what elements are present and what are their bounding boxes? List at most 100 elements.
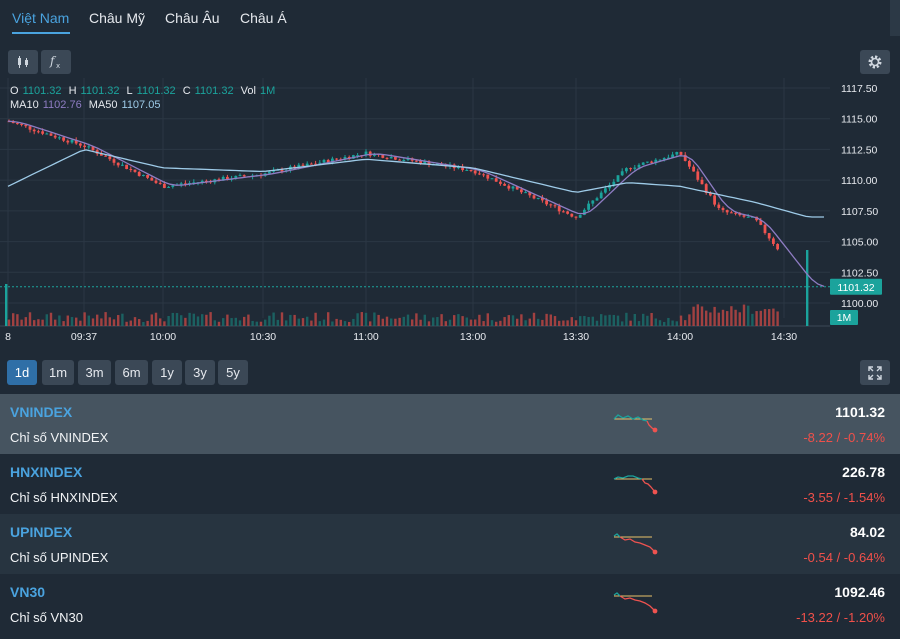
price-tick-label: 1115.00 bbox=[841, 114, 878, 126]
volume-bar bbox=[646, 315, 649, 326]
range-1d-button[interactable]: 1d bbox=[7, 360, 37, 385]
candle-body bbox=[717, 204, 721, 208]
close-label: C bbox=[182, 85, 191, 97]
volume-bar bbox=[637, 321, 641, 326]
candle-body bbox=[599, 192, 603, 199]
candle-body bbox=[637, 164, 641, 168]
volume-bar bbox=[62, 321, 65, 326]
volume-bar bbox=[654, 318, 657, 326]
volume-bar bbox=[104, 312, 107, 326]
range-5y-button[interactable]: 5y bbox=[218, 360, 248, 385]
range-6m-button[interactable]: 6m bbox=[115, 360, 148, 385]
tab-chau-au[interactable]: Châu Âu bbox=[165, 10, 219, 26]
volume-bar bbox=[457, 314, 460, 326]
volume-bar bbox=[238, 320, 242, 326]
volume-bar bbox=[692, 306, 695, 326]
candle-body bbox=[486, 174, 490, 179]
range-3y-button[interactable]: 3y bbox=[185, 360, 215, 385]
candlestick-icon bbox=[18, 56, 28, 68]
fullscreen-button[interactable] bbox=[860, 360, 890, 385]
range-1m-button[interactable]: 1m bbox=[42, 360, 74, 385]
tabs-scrollbar[interactable] bbox=[890, 0, 900, 36]
candle-body bbox=[494, 178, 498, 182]
index-row-vnindex[interactable]: VNINDEX Chỉ số VNINDEX 1101.32 -8.22 / -… bbox=[0, 394, 900, 454]
active-tab-indicator bbox=[12, 32, 70, 34]
indicators-button[interactable]: f x bbox=[41, 50, 71, 74]
volume-bar bbox=[213, 320, 216, 326]
index-row-vn30[interactable]: VN30 Chỉ số VN30 1092.46 -13.22 / -1.20% bbox=[0, 574, 900, 634]
candle-body bbox=[595, 198, 599, 201]
volume-bar bbox=[171, 312, 174, 326]
range-3m-button[interactable]: 3m bbox=[78, 360, 111, 385]
index-row-hnxindex[interactable]: HNXINDEX Chỉ số HNXINDEX 226.78 -3.55 / … bbox=[0, 454, 900, 514]
candle-body bbox=[679, 151, 683, 155]
volume-bar bbox=[734, 309, 737, 326]
volume-bar bbox=[377, 314, 380, 326]
tab-chau-a[interactable]: Châu Á bbox=[240, 10, 287, 26]
volume-bar bbox=[453, 315, 456, 326]
volume-bar bbox=[5, 284, 8, 326]
volume-bar bbox=[541, 319, 544, 326]
volume-bar bbox=[289, 314, 292, 326]
candle-body bbox=[746, 216, 750, 218]
tab-viet-nam[interactable]: Việt Nam bbox=[12, 10, 69, 26]
last-volume-label: 1M bbox=[837, 312, 852, 324]
volume-bar bbox=[7, 319, 11, 326]
candle-body bbox=[242, 175, 246, 177]
volume-bar bbox=[209, 312, 212, 326]
candle-body bbox=[238, 175, 242, 177]
volume-bar bbox=[322, 319, 326, 326]
expand-icon bbox=[868, 365, 882, 380]
volume-bar bbox=[343, 321, 347, 326]
volume-bar bbox=[306, 316, 309, 326]
close-value: 1101.32 bbox=[194, 85, 234, 97]
candle-body bbox=[37, 131, 40, 133]
volume-bar bbox=[465, 317, 468, 326]
price-chart[interactable]: 1117.50 1115.00 1112.50 1110.00 1107.50 1105.… bbox=[0, 78, 900, 350]
volume-bar bbox=[83, 312, 86, 326]
candle-body bbox=[763, 224, 767, 234]
candle-body bbox=[154, 180, 158, 183]
candle-body bbox=[385, 157, 389, 159]
volume-bar bbox=[16, 314, 19, 326]
ma10-label: MA10 bbox=[10, 99, 39, 111]
index-code: UPINDEX bbox=[10, 524, 73, 540]
settings-button[interactable] bbox=[860, 50, 890, 74]
candle-body bbox=[268, 171, 271, 174]
candle-body bbox=[570, 213, 574, 217]
volume-bar bbox=[474, 319, 477, 326]
candle-body bbox=[121, 164, 124, 166]
volume-bar bbox=[608, 314, 611, 326]
volume-bar bbox=[642, 313, 645, 326]
time-tick-label: 11:00 bbox=[353, 331, 379, 343]
volume-bar bbox=[759, 310, 762, 326]
chart-type-button[interactable] bbox=[8, 50, 38, 74]
last-price-label: 1101.32 bbox=[837, 282, 874, 294]
index-change: -0.54 / -0.64% bbox=[803, 550, 885, 565]
candle-body bbox=[41, 131, 44, 134]
volume-bar bbox=[117, 315, 120, 326]
fx-icon: f x bbox=[49, 54, 60, 70]
volume-bar bbox=[532, 312, 536, 326]
index-row-upindex[interactable]: UPINDEX Chỉ số UPINDEX 84.02 -0.54 / -0.… bbox=[0, 514, 900, 574]
volume-bar bbox=[633, 313, 636, 326]
tab-chau-my[interactable]: Châu Mỹ bbox=[89, 10, 145, 26]
candle-body bbox=[730, 212, 733, 214]
time-tick-label: 14:30 bbox=[771, 331, 797, 343]
volume-bar bbox=[566, 320, 569, 326]
candle-body bbox=[108, 156, 112, 160]
range-1y-button[interactable]: 1y bbox=[152, 360, 182, 385]
chart-canvas[interactable]: 1117.50 1115.00 1112.50 1110.00 1107.50 1105.… bbox=[0, 78, 900, 350]
candle-body bbox=[79, 143, 82, 146]
candle-body bbox=[133, 169, 137, 172]
candle-body bbox=[45, 133, 49, 135]
volume-bar bbox=[125, 321, 128, 326]
sparkline-hnxindex bbox=[613, 475, 658, 495]
region-tabs: Việt Nam Châu Mỹ Châu Âu Châu Á bbox=[0, 0, 900, 40]
candle-body bbox=[767, 233, 771, 239]
volume-bar bbox=[721, 309, 725, 326]
volume-bar bbox=[87, 315, 90, 326]
volume-bar bbox=[133, 317, 137, 326]
time-tick-label: 10:30 bbox=[250, 331, 276, 343]
volume-bar bbox=[154, 312, 158, 326]
